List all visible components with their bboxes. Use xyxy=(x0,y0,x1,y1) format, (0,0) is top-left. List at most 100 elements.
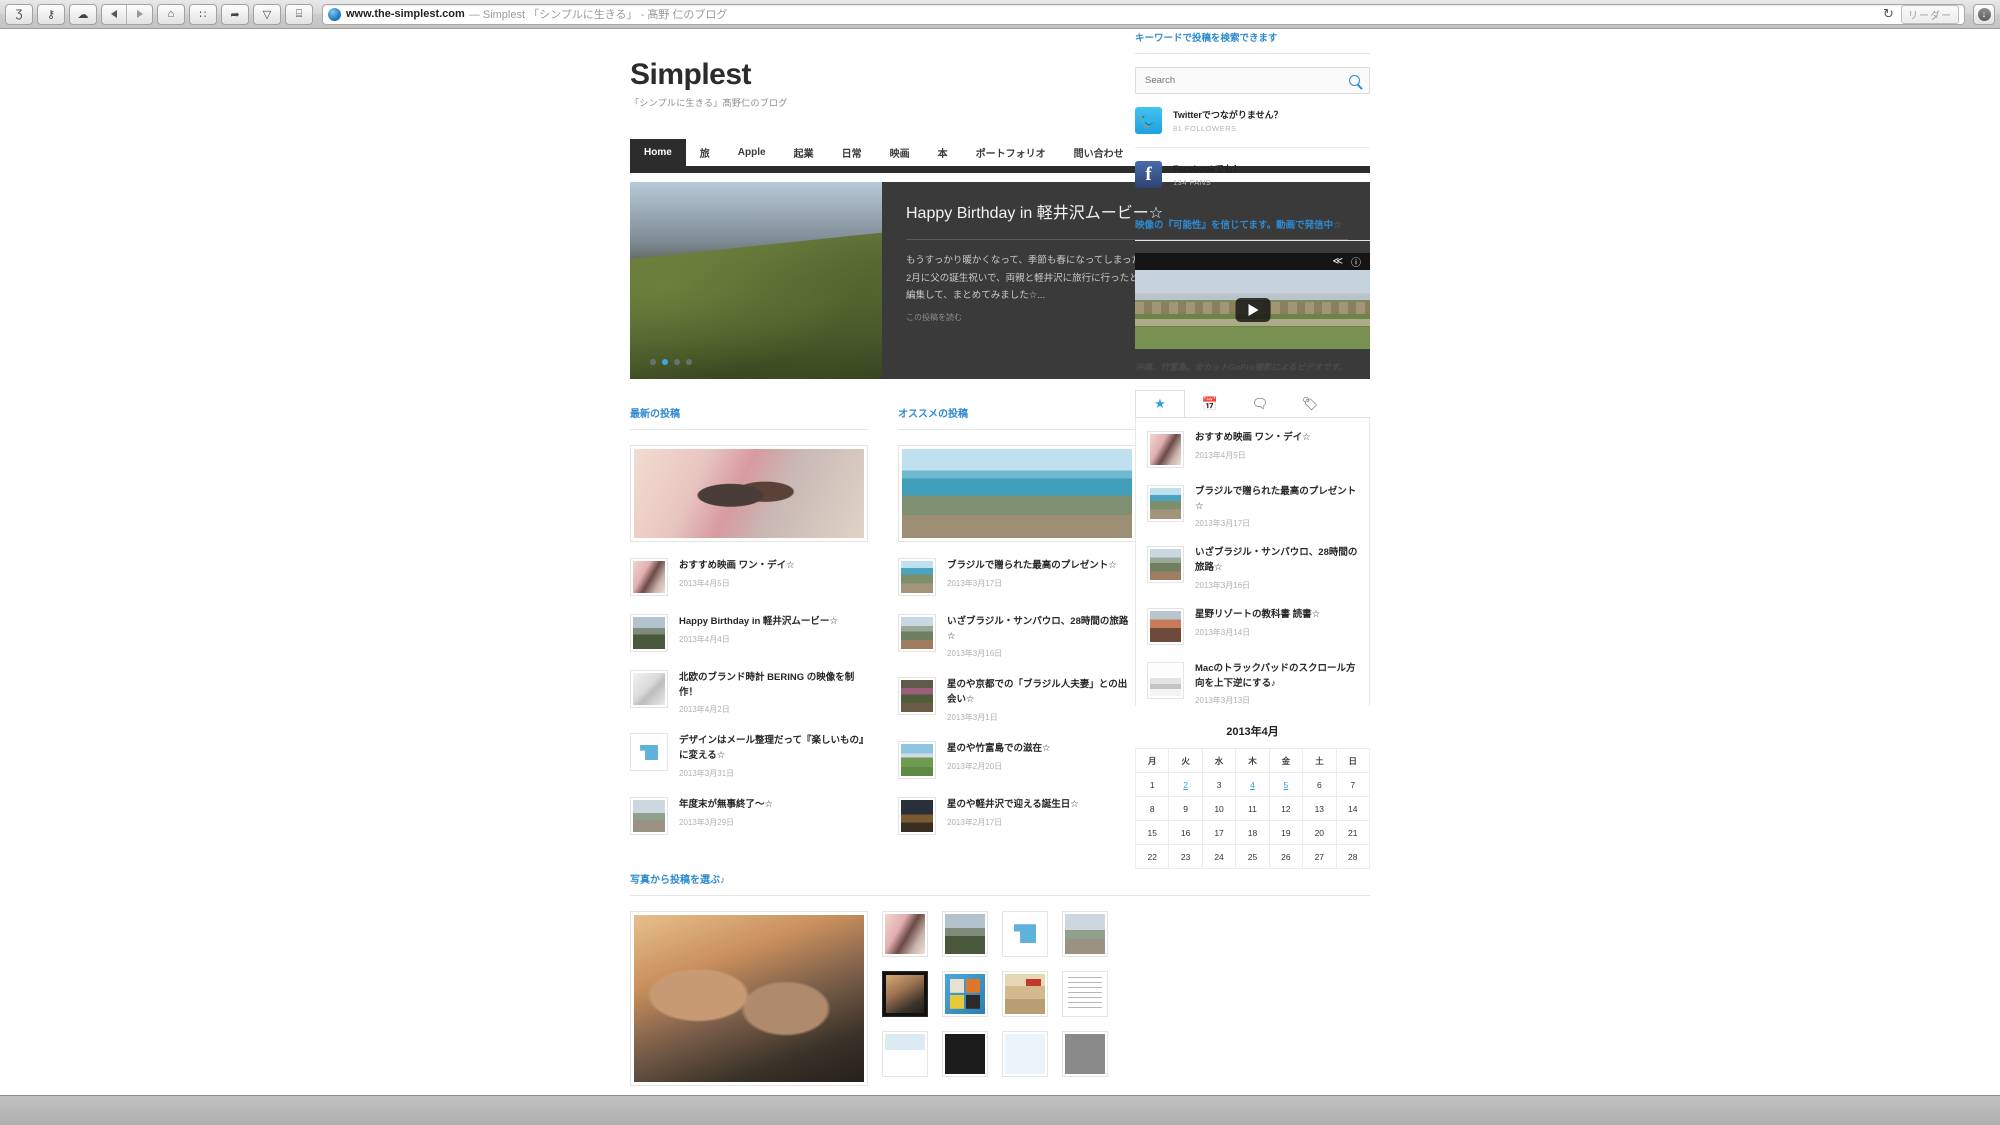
calendar-day-link[interactable]: 2 xyxy=(1183,780,1188,790)
post-title[interactable]: おすすめ映画 ワン・デイ☆ xyxy=(679,559,795,574)
post-list-item[interactable]: 星のや京都での「ブラジル人夫妻」との出会い☆ 2013年3月1日 xyxy=(898,677,1136,722)
sidebar-post-title[interactable]: ブラジルで贈られた最高のプレゼント☆ xyxy=(1195,485,1358,514)
top-sites-grid-icon[interactable]: ∷ xyxy=(189,3,217,25)
search-input[interactable] xyxy=(1145,75,1349,86)
sidebar-post-item[interactable]: 星野リゾートの教科書 読書☆ 2013年3月14日 xyxy=(1138,607,1367,645)
snapshot-icon[interactable]: ⌸ xyxy=(285,3,313,25)
home-icon[interactable]: ⌂ xyxy=(157,3,185,25)
search-icon[interactable] xyxy=(1349,75,1360,86)
sidebar-post-thumbnail[interactable] xyxy=(1147,546,1184,584)
latest-feature-image[interactable] xyxy=(630,445,868,542)
reload-icon[interactable]: ↻ xyxy=(1881,6,1896,22)
sidebar-post-title[interactable]: おすすめ映画 ワン・デイ☆ xyxy=(1195,431,1311,446)
slider-dot-2[interactable] xyxy=(662,359,668,365)
comments-tab[interactable]: 🗨 xyxy=(1235,390,1285,417)
popular-tab[interactable]: ★ xyxy=(1135,390,1185,417)
post-title[interactable]: 星のや軽井沢で迎える誕生日☆ xyxy=(947,798,1079,813)
slider-dot-4[interactable] xyxy=(686,359,692,365)
downloads-button[interactable]: ↓ xyxy=(1973,3,1995,25)
sidebar-post-thumbnail[interactable] xyxy=(1147,485,1184,522)
post-thumbnail[interactable] xyxy=(630,558,668,596)
sidebar-post-item[interactable]: ブラジルで贈られた最高のプレゼント☆ 2013年3月17日 xyxy=(1138,485,1367,529)
sidebar-post-thumbnail[interactable] xyxy=(1147,431,1184,468)
evernote-icon[interactable]: Ʒ xyxy=(5,3,33,25)
social-name[interactable]: Twitterでつながりません？ xyxy=(1173,108,1283,121)
twitter-icon[interactable]: 🐦 xyxy=(1135,107,1162,134)
video-play-button[interactable] xyxy=(1235,297,1270,322)
post-title[interactable]: ブラジルで贈られた最高のプレゼント☆ xyxy=(947,559,1117,574)
post-thumbnail[interactable] xyxy=(898,614,936,652)
tags-tab[interactable]: 🏷 xyxy=(1285,390,1335,417)
calendar-day-link[interactable]: 4 xyxy=(1250,780,1255,790)
pocket-icon[interactable]: ▽ xyxy=(253,3,281,25)
video-share-icon[interactable]: ≪ xyxy=(1333,256,1343,267)
reader-button[interactable]: リーダー xyxy=(1901,4,1959,24)
sidebar-post-title[interactable]: Macのトラックパッドのスクロール方向を上下逆にする♪ xyxy=(1195,662,1358,691)
nav-item-旅[interactable]: 旅 xyxy=(686,139,724,166)
gallery-thumb[interactable] xyxy=(882,910,928,957)
search-box[interactable] xyxy=(1135,67,1370,94)
page-viewport[interactable]: Simplest 「シンプルに生きる」髙野仁のブログ Home 旅 Apple 起業日… xyxy=(0,30,2000,1095)
slider-dot-3[interactable] xyxy=(674,359,680,365)
calendar-day-cell[interactable]: 4 xyxy=(1235,772,1270,798)
post-title[interactable]: 年度末が無事終了～☆ xyxy=(679,798,773,813)
forward-button[interactable] xyxy=(127,5,152,24)
sidebar-post-item[interactable]: いざブラジル・サンパウロ、28時間の旅路☆ 2013年3月16日 xyxy=(1138,546,1367,590)
post-thumbnail[interactable] xyxy=(630,796,668,835)
share-icon[interactable]: ➦ xyxy=(221,3,249,25)
post-thumbnail[interactable] xyxy=(630,670,668,708)
recommended-feature-image[interactable] xyxy=(898,445,1136,542)
gallery-large-thumb[interactable] xyxy=(630,910,868,1086)
post-thumbnail[interactable] xyxy=(898,558,936,596)
cloud-icon[interactable]: ☁ xyxy=(69,3,97,25)
back-button[interactable] xyxy=(102,4,127,24)
hero-image[interactable] xyxy=(630,182,882,379)
calendar-day-link[interactable]: 5 xyxy=(1284,780,1289,790)
video-thumbnail[interactable] xyxy=(1135,270,1370,349)
gallery-thumb[interactable] xyxy=(882,1030,928,1077)
sidebar-post-thumbnail[interactable] xyxy=(1147,661,1184,699)
gallery-thumb[interactable] xyxy=(1002,1030,1048,1077)
post-list-item[interactable]: いざブラジル・サンパウロ、28時間の旅路☆ 2013年3月16日 xyxy=(898,614,1136,659)
gallery-thumb[interactable] xyxy=(1062,1030,1108,1077)
password-key-icon[interactable]: ⚷ xyxy=(37,3,65,25)
nav-item-起業[interactable]: 起業 xyxy=(780,139,828,166)
nav-back-forward[interactable] xyxy=(101,3,153,25)
post-title[interactable]: Happy Birthday in 軽井沢ムービー☆ xyxy=(679,615,838,630)
nav-item-本[interactable]: 本 xyxy=(924,139,962,166)
nav-item-ポートフォリオ[interactable]: ポートフォリオ xyxy=(962,139,1060,166)
nav-item-apple[interactable]: Apple xyxy=(724,139,780,166)
post-thumbnail[interactable] xyxy=(898,677,936,716)
post-list-item[interactable]: ブラジルで贈られた最高のプレゼント☆ 2013年3月17日 xyxy=(898,558,1136,596)
gallery-thumb[interactable] xyxy=(942,1030,988,1077)
calendar-day-cell[interactable]: 2 xyxy=(1168,772,1203,798)
nav-item-日常[interactable]: 日常 xyxy=(828,139,876,166)
sidebar-post-thumbnail[interactable] xyxy=(1147,607,1184,645)
gallery-thumb[interactable] xyxy=(1002,910,1048,957)
slider-dot-1[interactable] xyxy=(650,359,656,365)
gallery-thumb[interactable] xyxy=(882,970,928,1017)
sidebar-post-title[interactable]: いざブラジル・サンパウロ、28時間の旅路☆ xyxy=(1195,546,1358,575)
recent-tab[interactable]: 📅 xyxy=(1185,390,1235,417)
sidebar-post-item[interactable]: Macのトラックパッドのスクロール方向を上下逆にする♪ 2013年3月13日 xyxy=(1138,661,1367,706)
post-thumbnail[interactable] xyxy=(630,614,668,652)
post-title[interactable]: 星のや京都での「ブラジル人夫妻」との出会い☆ xyxy=(947,678,1136,707)
address-bar[interactable]: www.the-simplest.com — Simplest 「シンプルに生き… xyxy=(322,3,1965,25)
gallery-thumb[interactable] xyxy=(942,970,988,1017)
post-thumbnail[interactable] xyxy=(898,796,936,835)
post-list-item[interactable]: 星のや竹富島での滋在☆ 2013年2月20日 xyxy=(898,740,1136,779)
video-player[interactable]: ≪ ⓘ xyxy=(1135,253,1370,349)
video-info-icon[interactable]: ⓘ xyxy=(1351,254,1361,269)
post-title[interactable]: いざブラジル・サンパウロ、28時間の旅路☆ xyxy=(947,615,1136,644)
post-thumbnail[interactable] xyxy=(630,733,668,772)
sidebar-post-title[interactable]: 星野リゾートの教科書 読書☆ xyxy=(1195,608,1320,623)
nav-item-映画[interactable]: 映画 xyxy=(876,139,924,166)
gallery-thumb[interactable] xyxy=(1002,970,1048,1017)
gallery-thumb[interactable] xyxy=(942,910,988,957)
gallery-thumb[interactable] xyxy=(1062,910,1108,957)
post-thumbnail[interactable] xyxy=(898,740,936,779)
post-list-item[interactable]: おすすめ映画 ワン・デイ☆ 2013年4月5日 xyxy=(630,558,868,596)
post-title[interactable]: デザインはメール整理だって『楽しいもの』に変える☆ xyxy=(679,734,868,763)
gallery-thumb[interactable] xyxy=(1062,970,1108,1017)
post-list-item[interactable]: デザインはメール整理だって『楽しいもの』に変える☆ 2013年3月31日 xyxy=(630,733,868,778)
